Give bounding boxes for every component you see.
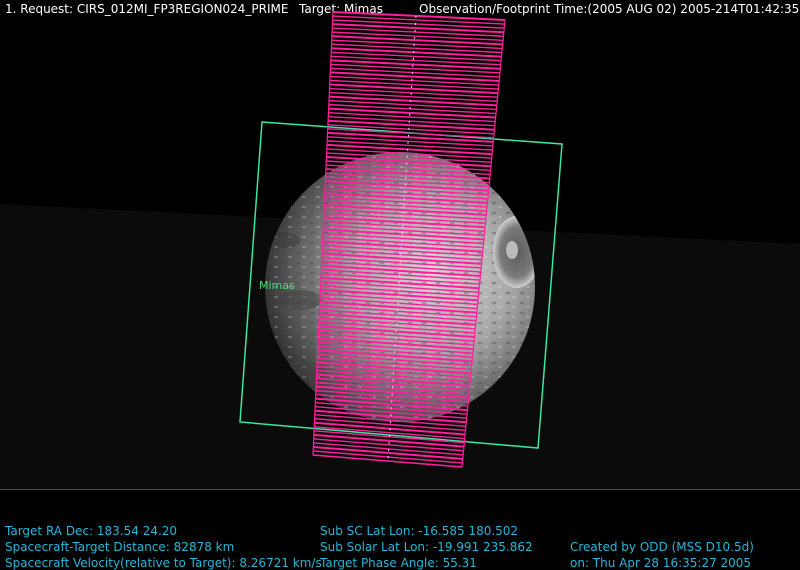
- distance-readout: Spacecraft-Target Distance: 82878 km: [5, 540, 235, 554]
- scan-line: [331, 35, 503, 46]
- scan-line: [328, 107, 496, 119]
- scan-line: [330, 67, 500, 78]
- observation-viewport: Mimas: [0, 11, 800, 490]
- scan-line: [330, 71, 500, 82]
- scan-line: [331, 47, 502, 58]
- scan-line: [329, 83, 499, 95]
- created-by-label: Created by ODD (MSS D10.5d): [570, 540, 754, 554]
- scan-line: [330, 59, 501, 70]
- ra-dec-readout: Target RA Dec: 183.54 24.20: [5, 524, 178, 538]
- scan-line: [332, 31, 504, 42]
- scan-line: [331, 39, 503, 50]
- scan-line: [329, 79, 499, 90]
- scan-line: [332, 11, 506, 21]
- scan-line: [332, 23, 504, 34]
- scan-line: [331, 51, 502, 62]
- scan-line: [329, 95, 497, 107]
- scan-line: [330, 75, 499, 86]
- scan-line: [329, 87, 498, 98]
- scan-line: [332, 19, 505, 29]
- created-on-label: on: Thu Apr 28 16:35:27 2005: [570, 556, 752, 570]
- scan-line: [330, 55, 501, 66]
- target-name-label: Mimas: [259, 279, 295, 292]
- sub-sc-readout: Sub SC Lat Lon: -16.585 180.502: [320, 524, 519, 538]
- scan-line: [331, 43, 502, 54]
- phase-angle-readout: Target Phase Angle: 55.31: [320, 556, 477, 570]
- sub-solar-readout: Sub Solar Lat Lon: -19.991 235.862: [320, 540, 533, 554]
- scan-line: [332, 27, 504, 37]
- scan-line: [332, 15, 505, 25]
- info-panel: Target RA Dec: 183.54 24.20 Spacecraft-T…: [0, 490, 800, 570]
- scan-line: [330, 63, 500, 74]
- velocity-readout: Spacecraft Velocity(relative to Target):…: [5, 556, 322, 570]
